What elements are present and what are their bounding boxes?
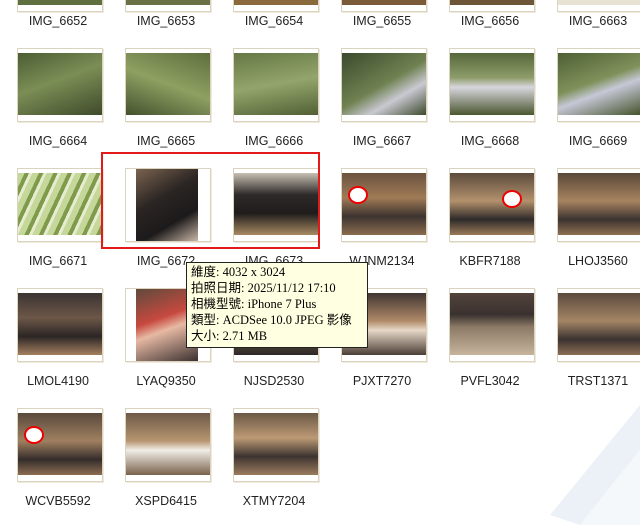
privacy-mask-icon [348, 186, 368, 204]
thumbnail[interactable] [125, 168, 211, 242]
file-item[interactable]: IMG_6666 [230, 48, 338, 168]
thumbnail[interactable] [557, 288, 640, 362]
file-item[interactable]: IMG_6669 [554, 48, 640, 168]
thumbnail[interactable] [17, 48, 103, 122]
file-name: IMG_6652 [28, 14, 88, 28]
thumbnail[interactable] [449, 48, 535, 122]
file-name: KBFR7188 [459, 254, 521, 268]
file-name: LYAQ9350 [136, 374, 196, 388]
file-item[interactable]: IMG_6664 [14, 48, 122, 168]
thumbnail[interactable] [17, 408, 103, 482]
file-thumbnail-grid: IMG_6652 IMG_6653 IMG_6654 IMG_6655 IMG_… [0, 0, 640, 515]
file-name: WCVB5592 [25, 494, 91, 508]
thumbnail[interactable] [17, 0, 103, 12]
file-name: IMG_6669 [568, 134, 628, 148]
file-item[interactable]: IMG_6665 [122, 48, 230, 168]
thumbnail[interactable] [341, 0, 427, 12]
thumbnail[interactable] [341, 168, 427, 242]
file-item[interactable]: IMG_6671 [14, 168, 122, 288]
file-item[interactable]: TRST1371 [554, 288, 640, 408]
file-item[interactable]: IMG_6668 [446, 48, 554, 168]
file-name: LMOL4190 [27, 374, 89, 388]
file-item[interactable]: KBFR7188 [446, 168, 554, 288]
file-name: IMG_6665 [136, 134, 196, 148]
file-name: IMG_6655 [352, 14, 412, 28]
file-name: XTMY7204 [242, 494, 306, 508]
file-name: IMG_6667 [352, 134, 412, 148]
file-name: NJSD2530 [243, 374, 305, 388]
thumbnail[interactable] [233, 168, 319, 242]
file-name: IMG_6671 [28, 254, 88, 268]
thumbnail[interactable] [341, 48, 427, 122]
file-item[interactable]: LMOL4190 [14, 288, 122, 408]
file-name: PVFL3042 [460, 374, 520, 388]
file-item[interactable]: XTMY7204 [230, 408, 338, 528]
thumbnail[interactable] [233, 408, 319, 482]
file-name: LHOJ3560 [568, 254, 628, 268]
thumbnail[interactable] [125, 48, 211, 122]
file-name: IMG_6654 [244, 14, 304, 28]
file-name: XSPD6415 [135, 494, 197, 508]
file-name: IMG_6663 [568, 14, 628, 28]
thumbnail[interactable] [557, 0, 640, 12]
privacy-mask-icon [24, 426, 44, 444]
file-name: IMG_6653 [136, 14, 196, 28]
thumbnail[interactable] [233, 48, 319, 122]
tooltip-dimensions: 維度: 4032 x 3024 [191, 265, 286, 279]
tooltip-file-type: 類型: ACDSee 10.0 JPEG 影像 [191, 313, 352, 327]
file-name: IMG_6664 [28, 134, 88, 148]
thumbnail[interactable] [449, 0, 535, 12]
thumbnail[interactable] [125, 0, 211, 12]
file-name: IMG_6656 [460, 14, 520, 28]
file-name: TRST1371 [567, 374, 629, 388]
file-item[interactable]: IMG_6667 [338, 48, 446, 168]
thumbnail[interactable] [17, 288, 103, 362]
privacy-mask-icon [502, 190, 522, 208]
file-name: IMG_6666 [244, 134, 304, 148]
thumbnail[interactable] [125, 408, 211, 482]
file-item[interactable]: LHOJ3560 [554, 168, 640, 288]
tooltip-camera-model: 相機型號: iPhone 7 Plus [191, 297, 317, 311]
tooltip-date-taken: 拍照日期: 2025/11/12 17:10 [191, 281, 336, 295]
thumbnail[interactable] [233, 0, 319, 12]
thumbnail[interactable] [17, 168, 103, 242]
thumbnail[interactable] [449, 288, 535, 362]
file-name: PJXT7270 [352, 374, 412, 388]
tooltip-file-size: 大小: 2.71 MB [191, 329, 268, 343]
file-name: IMG_6668 [460, 134, 520, 148]
file-item[interactable]: PVFL3042 [446, 288, 554, 408]
thumbnail[interactable] [557, 48, 640, 122]
thumbnail[interactable] [449, 168, 535, 242]
file-item[interactable]: WCVB5592 [14, 408, 122, 528]
thumbnail[interactable] [557, 168, 640, 242]
file-info-tooltip: 維度: 4032 x 3024 拍照日期: 2025/11/12 17:10 相… [186, 262, 368, 348]
file-item[interactable]: XSPD6415 [122, 408, 230, 528]
